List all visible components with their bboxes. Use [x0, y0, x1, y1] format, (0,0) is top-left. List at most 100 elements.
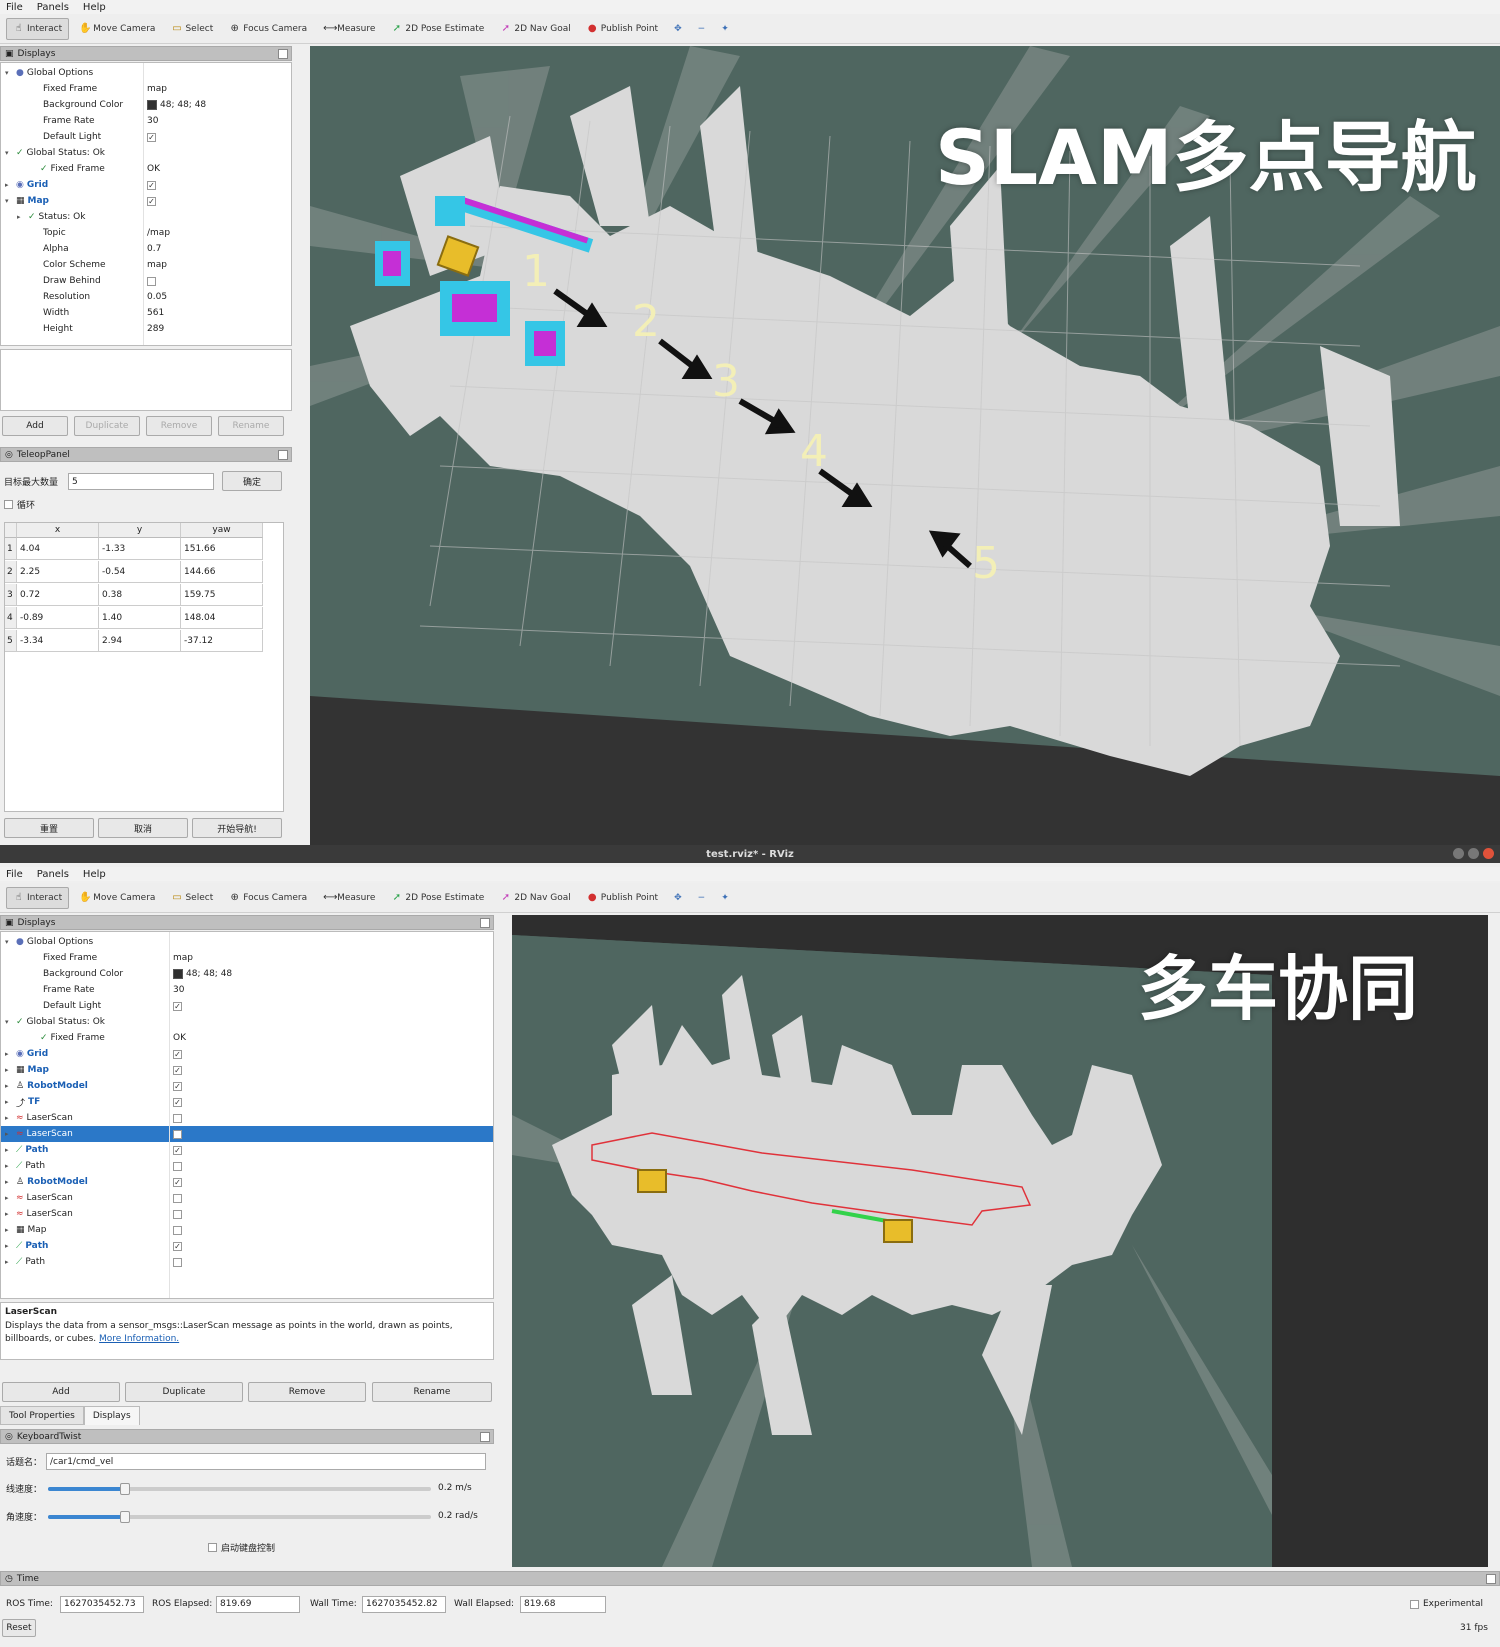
visibility-checkbox[interactable]: ✓: [147, 132, 156, 142]
table-cell[interactable]: -1.33: [99, 538, 181, 560]
tree-row[interactable]: ▾ ▦ Map ✓: [1, 193, 291, 209]
tree-row[interactable]: ▾ ✓ Global Status: Ok: [1, 145, 291, 161]
tree-row[interactable]: ▸ ✓ Status: Ok: [1, 209, 291, 225]
table-cell[interactable]: 1.40: [99, 607, 181, 629]
visibility-checkbox[interactable]: ✓: [173, 1177, 182, 1187]
visibility-checkbox[interactable]: [173, 1161, 182, 1171]
tree-row[interactable]: ▸ ⟋ Path: [1, 1158, 493, 1174]
tree-row-value[interactable]: ✓: [173, 1145, 182, 1155]
tree-row[interactable]: ▸ ◉ Grid ✓: [1, 177, 291, 193]
tree-row-value[interactable]: ✓: [173, 1065, 182, 1075]
tree-row[interactable]: ▸ ≈ LaserScan: [1, 1190, 493, 1206]
tool-interact[interactable]: ☝ Interact: [6, 17, 70, 40]
rename-button[interactable]: Rename: [372, 1382, 492, 1402]
tree-row[interactable]: Width 561: [1, 305, 291, 321]
chevron-right-icon[interactable]: ▸: [5, 1050, 13, 1058]
experimental-toggle[interactable]: Experimental: [1410, 1599, 1483, 1609]
keyboard-control-checkbox[interactable]: [208, 1542, 217, 1552]
table-cell[interactable]: 159.75: [181, 584, 263, 606]
tree-row-value[interactable]: ✓: [147, 196, 156, 206]
tree-row[interactable]: Resolution 0.05: [1, 289, 291, 305]
tree-row[interactable]: ▸ ≈ LaserScan: [1, 1110, 493, 1126]
chevron-right-icon[interactable]: ▸: [17, 213, 25, 221]
visibility-checkbox[interactable]: ✓: [147, 180, 156, 190]
tree-row[interactable]: ▸ ▦ Map: [1, 1222, 493, 1238]
ros-elapsed-field[interactable]: 819.69: [216, 1595, 300, 1613]
tool-focus-camera[interactable]: ⊕ Focus Camera: [223, 887, 313, 909]
tree-row-value[interactable]: [173, 1113, 182, 1123]
displays-tree[interactable]: ▾ ● Global Options Fixed Frame map Background…: [0, 62, 292, 346]
tool-select[interactable]: ▭ Select: [165, 887, 219, 909]
tree-row[interactable]: ✓ Fixed Frame OK: [1, 161, 291, 177]
tree-row[interactable]: Draw Behind: [1, 273, 291, 289]
tree-row-value[interactable]: [173, 1161, 182, 1171]
tree-row[interactable]: ▸ ♙ RobotModel ✓: [1, 1174, 493, 1190]
add-button[interactable]: Add: [2, 416, 68, 436]
wall-elapsed-field[interactable]: 819.68: [520, 1595, 606, 1613]
3d-viewport[interactable]: 1 2 3 4 5 SLAM多点导航: [310, 46, 1500, 845]
tree-row-value[interactable]: [173, 1193, 182, 1203]
tree-row-value[interactable]: ✓: [173, 1241, 182, 1251]
table-cell[interactable]: -0.89: [17, 607, 99, 629]
visibility-checkbox[interactable]: [147, 276, 156, 286]
remove-tool-icon[interactable]: −: [692, 887, 712, 909]
close-panel-button[interactable]: [1486, 1574, 1496, 1584]
tree-row[interactable]: Alpha 0.7: [1, 241, 291, 257]
table-cell[interactable]: 4.04: [17, 538, 99, 560]
waypoint-table[interactable]: x y yaw 1 4.04 -1.33 151.66 2 2.25 -0.54 144.66 3 0.…: [4, 522, 284, 812]
tree-row[interactable]: Fixed Frame map: [1, 950, 493, 966]
chevron-right-icon[interactable]: ▸: [5, 1130, 13, 1138]
chevron-right-icon[interactable]: ▸: [5, 1162, 13, 1170]
chevron-down-icon[interactable]: ▾: [5, 938, 13, 946]
tree-row[interactable]: Background Color 48; 48; 48: [1, 97, 291, 113]
duplicate-button[interactable]: Duplicate: [125, 1382, 243, 1402]
visibility-checkbox[interactable]: [173, 1113, 182, 1123]
chevron-down-icon[interactable]: ▾: [5, 197, 13, 205]
tree-row[interactable]: ▸ ⤴ TF ✓: [1, 1094, 493, 1110]
tree-row[interactable]: Color Scheme map: [1, 257, 291, 273]
tool-move-camera[interactable]: ✋ Move Camera: [73, 887, 161, 909]
chevron-right-icon[interactable]: ▸: [5, 1194, 13, 1202]
reset-button[interactable]: Reset: [2, 1619, 36, 1637]
color-swatch[interactable]: [173, 969, 183, 979]
reset-goals-button[interactable]: 重置: [4, 818, 94, 838]
tree-row-value[interactable]: ✓: [173, 1097, 182, 1107]
chevron-right-icon[interactable]: ▸: [5, 1226, 13, 1234]
visibility-checkbox[interactable]: ✓: [173, 1001, 182, 1011]
table-cell[interactable]: -37.12: [181, 630, 263, 652]
remove-button[interactable]: Remove: [248, 1382, 366, 1402]
tree-row[interactable]: ▸ ▦ Map ✓: [1, 1062, 493, 1078]
chevron-right-icon[interactable]: ▸: [5, 1098, 13, 1106]
tree-row[interactable]: ▸ ≈ LaserScan: [1, 1206, 493, 1222]
tool-2d-pose-estimate[interactable]: ➚ 2D Pose Estimate: [385, 18, 490, 40]
tree-row[interactable]: ▸ ⟋ Path: [1, 1254, 493, 1270]
visibility-checkbox[interactable]: ✓: [173, 1049, 182, 1059]
tree-row[interactable]: ▾ ● Global Options: [1, 65, 291, 81]
tree-row[interactable]: ▸ ⟋ Path ✓: [1, 1238, 493, 1254]
tree-row[interactable]: Background Color 48; 48; 48: [1, 966, 493, 982]
tool-2d-pose-estimate[interactable]: ➚ 2D Pose Estimate: [385, 887, 490, 909]
tree-row-value[interactable]: ✓: [173, 1001, 182, 1011]
menu-file[interactable]: File: [6, 869, 23, 880]
tree-row[interactable]: ▾ ✓ Global Status: Ok: [1, 1014, 493, 1030]
visibility-checkbox[interactable]: [173, 1209, 182, 1219]
menu-panels[interactable]: Panels: [37, 2, 69, 13]
chevron-right-icon[interactable]: ▸: [5, 181, 13, 189]
close-panel-button[interactable]: [480, 1432, 490, 1442]
table-cell[interactable]: 151.66: [181, 538, 263, 560]
tree-row[interactable]: Default Light ✓: [1, 998, 493, 1014]
tool-publish-point[interactable]: ● Publish Point: [581, 887, 664, 909]
chevron-down-icon[interactable]: ▾: [5, 1018, 13, 1026]
visibility-checkbox[interactable]: ✓: [173, 1145, 182, 1155]
table-cell[interactable]: 148.04: [181, 607, 263, 629]
topic-input[interactable]: /car1/cmd_vel: [46, 1453, 486, 1470]
close-window-button[interactable]: [1483, 848, 1494, 859]
slider-handle[interactable]: [119, 1511, 130, 1523]
visibility-checkbox[interactable]: ✓: [147, 196, 156, 206]
chevron-right-icon[interactable]: ▸: [5, 1082, 13, 1090]
chevron-right-icon[interactable]: ▸: [5, 1210, 13, 1218]
tree-row[interactable]: Frame Rate 30: [1, 113, 291, 129]
table-cell[interactable]: 0.72: [17, 584, 99, 606]
tree-row[interactable]: ▸ ◉ Grid ✓: [1, 1046, 493, 1062]
visibility-checkbox[interactable]: ✓: [173, 1065, 182, 1075]
